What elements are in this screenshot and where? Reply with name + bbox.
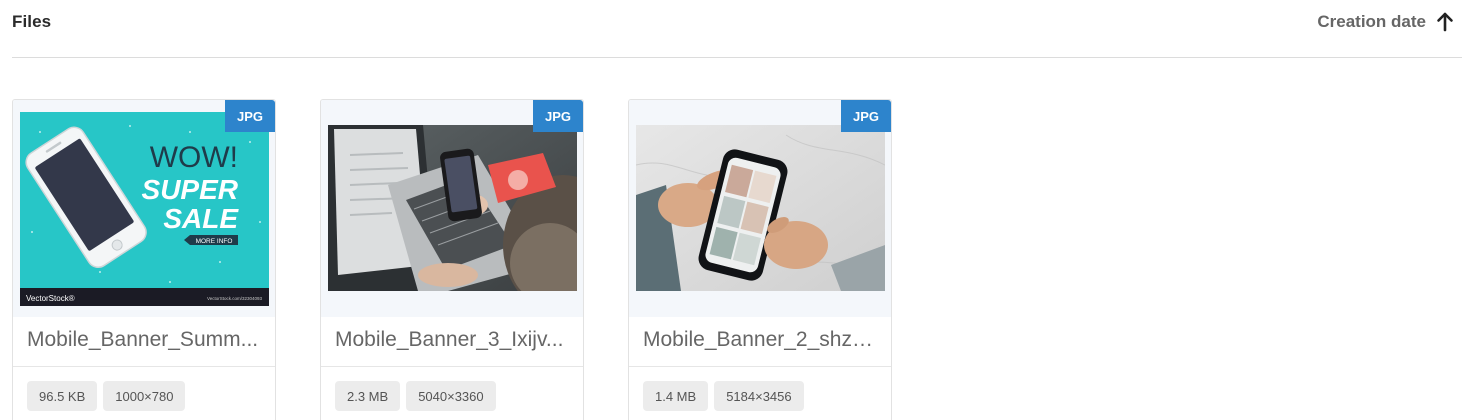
- file-dimensions-chip: 1000×780: [103, 381, 186, 411]
- arrow-up-icon: [1436, 12, 1454, 32]
- thumbnail-more-info: MORE INFO: [196, 238, 233, 245]
- thumbnail-footer-left: VectorStock®: [26, 294, 75, 303]
- file-card[interactable]: JPG Mobile_Banner_3_Ixijv... 2.3 MB 5040…: [320, 99, 584, 420]
- file-type-badge: JPG: [225, 100, 275, 132]
- file-type-badge: JPG: [533, 100, 583, 132]
- file-card[interactable]: JPG Mobile_Banner_2_shz5... 1.4 MB 5184×…: [628, 99, 892, 420]
- file-dimensions-chip: 5184×3456: [714, 381, 804, 411]
- thumbnail-headline-2: SUPER: [142, 174, 239, 205]
- page-title: Files: [12, 12, 52, 31]
- sort-by-creation-date-button[interactable]: Creation date: [1317, 10, 1454, 34]
- file-size-chip: 96.5 KB: [27, 381, 98, 411]
- file-card[interactable]: WOW! SUPER SALE MORE INFO VectorStock® V…: [12, 99, 276, 420]
- header-divider: [12, 57, 1462, 58]
- sort-label: Creation date: [1317, 12, 1426, 31]
- file-size-chip: 2.3 MB: [335, 381, 401, 411]
- file-type-badge: JPG: [841, 100, 891, 132]
- thumbnail-headline-3: SALE: [163, 203, 239, 234]
- file-meta: 1.4 MB 5184×3456: [643, 381, 804, 411]
- files-header: Files Creation date: [0, 0, 1482, 56]
- meta-divider: [629, 366, 891, 367]
- files-page: Files Creation date WOW! SUPER SALE MORE…: [0, 0, 1482, 420]
- thumbnail-headline-1: WOW!: [150, 141, 238, 174]
- thumbnail-area: JPG: [629, 100, 891, 317]
- file-size-chip: 1.4 MB: [643, 381, 709, 411]
- thumbnail-footer-right: VectorStock.com/32304093: [207, 296, 263, 301]
- file-name[interactable]: Mobile_Banner_2_shz5...: [643, 328, 879, 352]
- thumbnail-area: WOW! SUPER SALE MORE INFO VectorStock® V…: [13, 100, 275, 317]
- meta-divider: [321, 366, 583, 367]
- file-meta: 96.5 KB 1000×780: [27, 381, 186, 411]
- thumbnail-super-sale: WOW! SUPER SALE MORE INFO VectorStock® V…: [20, 112, 269, 306]
- file-dimensions-chip: 5040×3360: [406, 381, 496, 411]
- meta-divider: [13, 366, 275, 367]
- file-name[interactable]: Mobile_Banner_Summ...: [27, 328, 263, 352]
- thumbnail-hands-phone: [636, 125, 885, 291]
- file-name[interactable]: Mobile_Banner_3_Ixijv...: [335, 328, 571, 352]
- thumbnail-laptop-phone: [328, 125, 577, 291]
- file-meta: 2.3 MB 5040×3360: [335, 381, 496, 411]
- file-grid: WOW! SUPER SALE MORE INFO VectorStock® V…: [12, 99, 892, 420]
- thumbnail-area: JPG: [321, 100, 583, 317]
